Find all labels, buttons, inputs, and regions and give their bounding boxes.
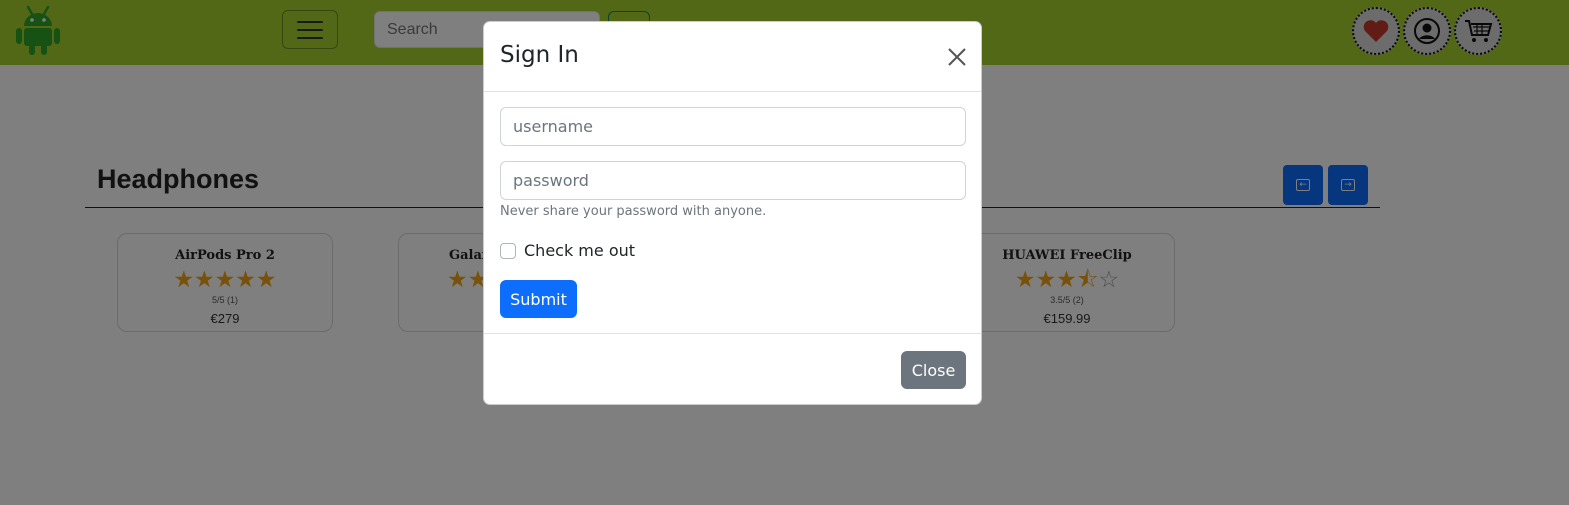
close-button[interactable]: Close xyxy=(901,351,966,389)
check-me-out-checkbox[interactable] xyxy=(500,243,516,259)
submit-button[interactable]: Submit xyxy=(500,280,577,318)
checkbox-label[interactable]: Check me out xyxy=(524,241,635,260)
sign-in-modal: Sign In Never share your password with a… xyxy=(483,21,982,405)
password-field[interactable] xyxy=(500,161,966,200)
modal-footer-divider xyxy=(484,333,981,334)
close-icon[interactable] xyxy=(946,46,968,68)
username-field[interactable] xyxy=(500,107,966,146)
modal-header: Sign In xyxy=(484,22,981,92)
modal-title: Sign In xyxy=(500,42,579,68)
password-help-text: Never share your password with anyone. xyxy=(500,204,767,219)
